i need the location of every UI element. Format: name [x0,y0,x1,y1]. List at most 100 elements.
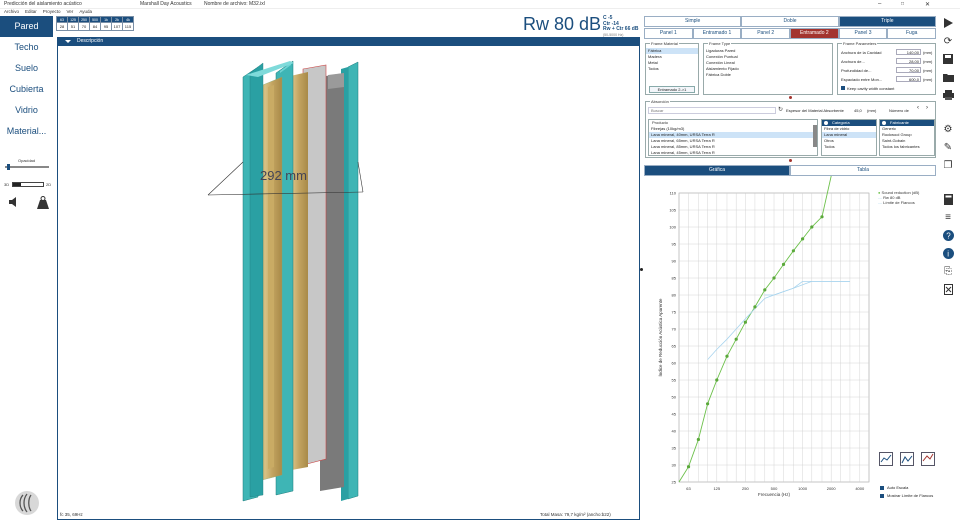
tab-panel-1[interactable]: Panel 1 [644,28,693,39]
category-list: Categoría Fibra de vidrio Lana mineral O… [821,119,877,156]
tab-frame-1[interactable]: Entramado 1 [692,28,742,39]
chevron-left-icon[interactable]: ‹ [917,105,919,111]
chart-compare-icon[interactable] [921,452,935,466]
print-icon[interactable] [940,88,956,102]
help-icon[interactable]: ? [940,228,956,242]
chart-line-icon[interactable] [879,452,893,466]
opacity-slider[interactable] [5,166,49,168]
splitter-handle[interactable] [640,268,643,271]
maximize-icon[interactable]: □ [901,1,904,7]
product-scrollbar[interactable] [813,125,817,147]
menu-file[interactable]: Archivo [4,9,19,15]
chevron-right-icon[interactable]: › [926,105,928,111]
data-point [734,337,738,341]
total-mass: Total Masa: 79,7 kg/m² (ancho:b22) [540,512,611,517]
edit-icon[interactable]: ✎ [940,140,956,154]
product-list: Producto Fibrejas (10kg/m3) Lana mineral… [648,119,818,156]
weight-icon[interactable] [36,196,50,209]
rating-range: (50-5000 Hz) [603,32,624,37]
frame-type-item[interactable]: Fábrica Doble [704,72,832,78]
cavity-width-label: Anchura de la Cavidad [841,50,882,55]
cavity-width-input[interactable]: 140,00 [896,49,921,55]
opacity-slider-handle[interactable] [7,164,10,170]
stud-spacing-input[interactable]: 600,0 [896,76,921,82]
search-input[interactable] [648,107,776,114]
product-item[interactable]: Lana mineral, 45mm, URSA Terra R [649,150,817,155]
tab-triple[interactable]: Triple [838,16,936,27]
x-tick-label: 2000 [827,486,837,491]
tab-table[interactable]: Tabla [790,165,936,176]
y-tick-label: 60 [672,361,677,366]
data-point [705,402,710,406]
tab-panel-2[interactable]: Panel 2 [741,28,791,39]
wall-model[interactable]: 292 mm [58,47,639,507]
frame-material-item[interactable]: Todos [646,66,698,72]
nav-roof[interactable]: Cubierta [0,79,53,100]
chart-area-icon[interactable] [900,452,914,466]
stud-depth-input[interactable]: 70,00 [896,67,921,73]
splitter-dot[interactable] [789,159,792,162]
collapse-icon[interactable] [65,40,71,43]
radio-icon[interactable] [824,121,828,125]
tab-panel-3[interactable]: Panel 3 [838,28,888,39]
nav-glazing[interactable]: Vidrio [0,100,53,121]
y-tick-label: 70 [672,327,677,332]
save-icon[interactable] [940,52,956,66]
thickness-label: Espesor del Material Absorbente [786,108,844,113]
settings-icon[interactable]: ⚙ [940,122,956,136]
info-icon[interactable]: i [940,246,956,260]
unit-label: (mm) [923,50,933,55]
data-point [791,249,795,253]
unit-label: (mm) [923,68,933,73]
tab-graph[interactable]: Gráfica [644,165,790,176]
menu-view[interactable]: Ver [67,9,74,15]
nav-ceiling[interactable]: Techo [0,37,53,58]
refresh-icon[interactable]: ⟳ [940,34,956,48]
play-icon[interactable] [940,16,956,30]
splitter-dot[interactable] [789,96,792,99]
stud-width-input[interactable]: 28,00 [896,58,921,64]
sound-reduction-chart[interactable]: 25 30 35 40 45 50 55 60 65 70 75 80 85 90 95 100 105 110 6… [644,176,876,514]
viewport-header[interactable]: Descripción [57,37,640,46]
copy-frame-button[interactable]: Entramado 2->1 [649,86,695,93]
app-title: Predicción del aislamiento acústico [4,1,82,7]
unit-label: (mm) [923,77,933,82]
frame-type-title: Frame Type [708,41,732,46]
thickness-value[interactable]: 45,0 [854,108,862,113]
nav-material[interactable]: Material... [0,121,53,142]
excel-icon[interactable] [940,282,956,296]
keep-cavity-label: Keep cavity width constant [847,86,895,91]
y-tick-label: 40 [672,429,677,434]
legend-item: — Límite de Flancos [878,200,915,205]
list-edit-icon[interactable]: ≡ [940,210,956,224]
refresh-icon[interactable]: ↻ [778,106,783,113]
calculator-icon[interactable] [940,192,956,206]
show-limit-checkbox[interactable] [880,494,884,498]
menu-help[interactable]: Ayuda [79,9,92,15]
nav-floor[interactable]: Suelo [0,58,53,79]
tab-double[interactable]: Doble [741,16,839,27]
data-point [743,320,748,324]
frame-params-title: Frame Parameters [842,41,878,46]
view-slider[interactable] [12,182,44,187]
nav-wall[interactable]: Pared [0,16,53,37]
clipboard-icon[interactable]: ⎘ [940,264,956,278]
x-tick-label: 4000 [855,486,865,491]
copy-icon[interactable]: ❐ [940,158,956,172]
menu-project[interactable]: Proyecto [43,9,61,15]
maker-item[interactable]: Todos los fabricantes [880,144,934,150]
tab-simple[interactable]: Simple [644,16,742,27]
frame-params-group: Frame Parameters Anchura de la Cavidad 1… [837,41,936,95]
keep-cavity-checkbox[interactable] [841,86,845,90]
data-point [686,465,691,469]
auto-scale-checkbox[interactable] [880,486,884,490]
speaker-icon[interactable] [8,196,20,208]
menu-edit[interactable]: Editar [25,9,37,15]
tab-leak[interactable]: Fuga [887,28,937,39]
radio-icon[interactable] [882,121,886,125]
folder-icon[interactable] [940,70,956,84]
tab-frame-2[interactable]: Entramado 2 [790,28,839,39]
category-item[interactable]: Todos [822,144,876,150]
minimize-icon[interactable]: – [878,1,881,7]
close-icon[interactable]: ✕ [925,1,930,8]
